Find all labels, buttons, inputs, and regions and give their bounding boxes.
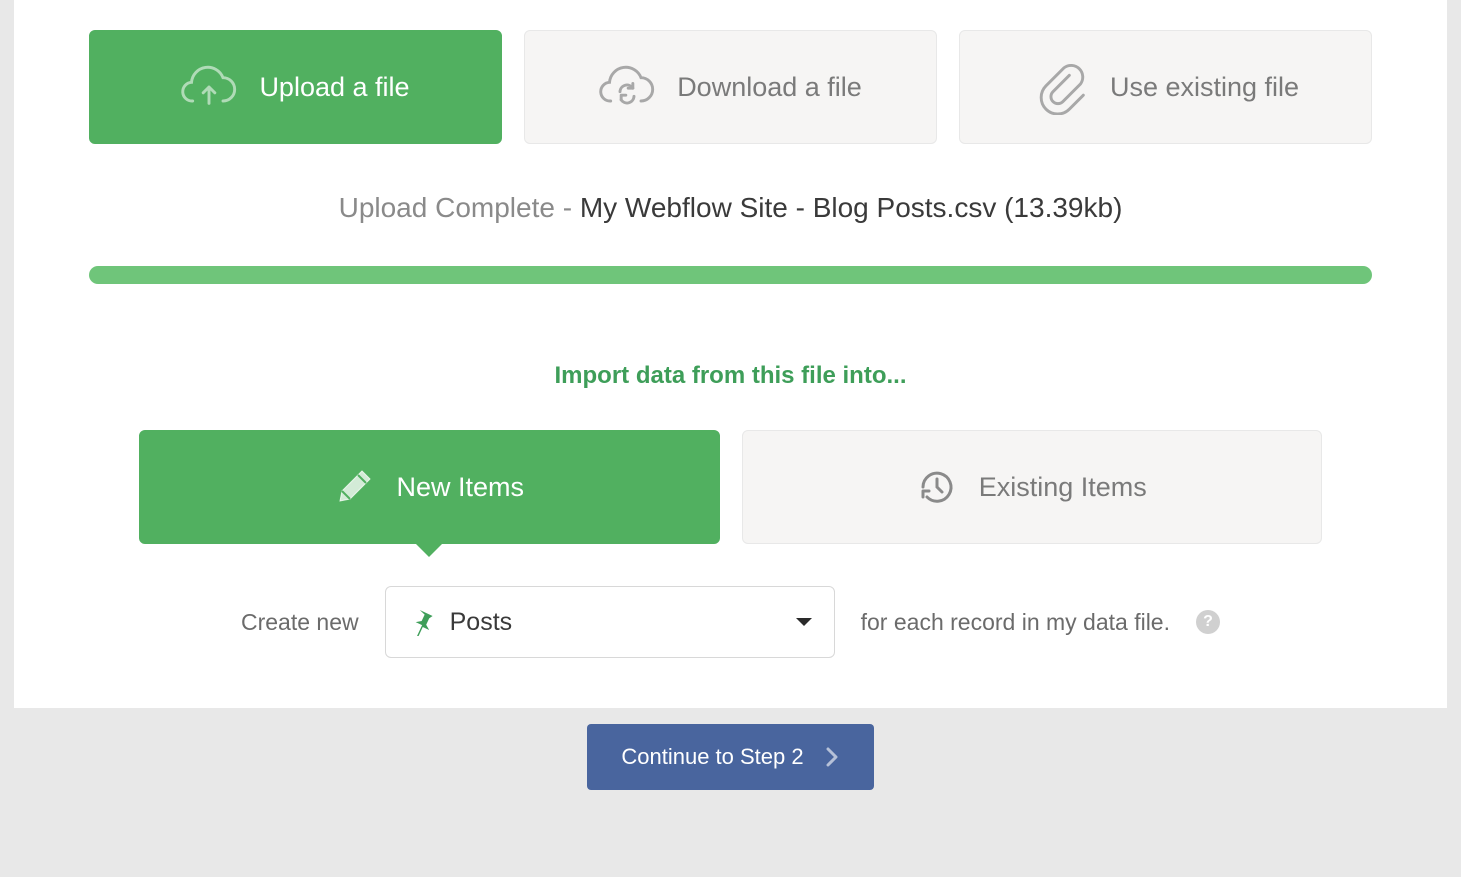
download-file-option[interactable]: Download a file (524, 30, 937, 144)
upload-file-option[interactable]: Upload a file (89, 30, 502, 144)
cloud-upload-icon (181, 59, 237, 115)
footer: Continue to Step 2 (0, 708, 1461, 790)
uploaded-filename: My Webflow Site - Blog Posts.csv (580, 192, 997, 223)
status-prefix: Upload Complete (339, 192, 555, 223)
tab-new-items-label: New Items (396, 472, 524, 503)
existing-file-option[interactable]: Use existing file (959, 30, 1372, 144)
import-target-tabs: New Items Existing Items (89, 430, 1372, 544)
item-type-dropdown[interactable]: Posts (385, 586, 835, 658)
upload-status: Upload Complete - My Webflow Site - Blog… (89, 192, 1372, 224)
file-source-options: Upload a file Download a file Use existi… (89, 30, 1372, 144)
import-heading: Import data from this file into... (89, 362, 1372, 390)
uploaded-filesize: (13.39kb) (1004, 192, 1122, 223)
existing-file-label: Use existing file (1110, 72, 1299, 103)
download-file-label: Download a file (677, 72, 862, 103)
paperclip-icon (1032, 59, 1088, 115)
tab-existing-items-label: Existing Items (979, 472, 1147, 503)
tab-new-items[interactable]: New Items (139, 430, 720, 544)
upload-file-label: Upload a file (259, 72, 409, 103)
create-prefix: Create new (241, 609, 359, 636)
import-panel: Upload a file Download a file Use existi… (14, 0, 1447, 708)
history-icon (917, 467, 957, 507)
dropdown-selected: Posts (450, 608, 513, 637)
pin-icon (408, 608, 436, 636)
continue-button[interactable]: Continue to Step 2 (587, 724, 873, 790)
help-icon[interactable]: ? (1196, 610, 1220, 634)
cloud-sync-icon (599, 59, 655, 115)
chevron-down-icon (796, 618, 812, 626)
chevron-right-icon (824, 745, 840, 769)
create-suffix: for each record in my data file. (861, 609, 1170, 636)
upload-progress-bar (89, 266, 1372, 284)
continue-label: Continue to Step 2 (621, 744, 803, 770)
create-new-row: Create new Posts for each record in my d… (89, 586, 1372, 658)
pencil-icon (334, 467, 374, 507)
tab-existing-items[interactable]: Existing Items (742, 430, 1323, 544)
